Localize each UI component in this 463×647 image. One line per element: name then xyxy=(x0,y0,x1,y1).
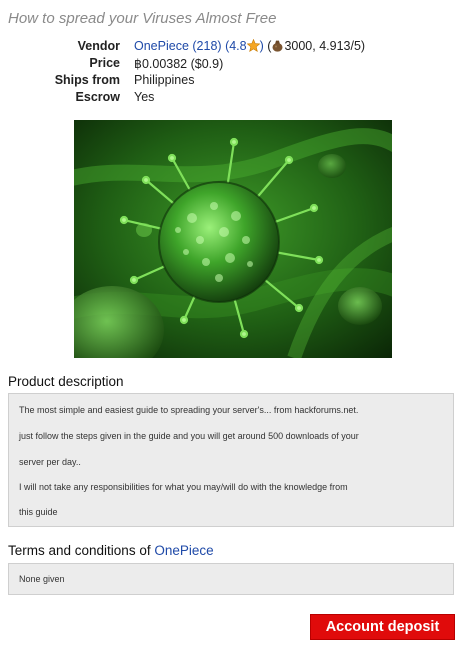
description-line: this guide xyxy=(19,507,58,517)
terms-heading-prefix: Terms and conditions of xyxy=(8,543,151,558)
vendor-count: (218) xyxy=(192,39,222,53)
escrow-label: Escrow xyxy=(75,90,120,104)
price-label: Price xyxy=(89,56,120,70)
star-icon xyxy=(246,39,260,52)
product-image xyxy=(74,120,392,358)
listing-info: Vendor OnePiece (218) (4.8) (3000, 4.913… xyxy=(0,39,463,107)
ships-from-row: Ships from Philippines xyxy=(0,73,463,90)
listing-title: How to spread your Viruses Almost Free xyxy=(8,10,277,27)
description-line: I will not take any responsibilities for… xyxy=(19,482,348,492)
ships-from-label: Ships from xyxy=(54,73,120,87)
ships-from-value: Philippines xyxy=(134,73,195,87)
feedback-value: 3000, 4.913/5) xyxy=(284,39,366,53)
vendor-rating: (4.8 xyxy=(225,39,247,53)
product-description-heading: Product description xyxy=(8,374,124,389)
product-description-box: The most simple and easiest guide to spr… xyxy=(8,393,454,527)
price-value: ฿0.00382 ($0.9) xyxy=(134,57,224,71)
description-line: The most simple and easiest guide to spr… xyxy=(19,405,359,415)
description-line: server per day.. xyxy=(19,457,81,467)
escrow-row: Escrow Yes xyxy=(0,90,463,107)
money-bag-icon xyxy=(272,40,283,52)
vendor-name: OnePiece xyxy=(134,39,189,53)
vendor-label: Vendor xyxy=(77,39,120,53)
terms-vendor-link[interactable]: OnePiece xyxy=(154,543,213,558)
vendor-row: Vendor OnePiece (218) (4.8) (3000, 4.913… xyxy=(0,39,463,56)
escrow-value: Yes xyxy=(134,90,155,104)
terms-box: None given xyxy=(8,563,454,595)
terms-text: None given xyxy=(19,574,65,584)
vendor-value: OnePiece (218) (4.8) (3000, 4.913/5) xyxy=(134,39,365,53)
account-deposit-button[interactable]: Account deposit xyxy=(310,614,455,640)
vendor-link[interactable]: OnePiece (218) (4.8 xyxy=(134,39,247,53)
vendor-rating-close: ) xyxy=(259,39,264,53)
price-row: Price ฿0.00382 ($0.9) xyxy=(0,56,463,73)
description-line: just follow the steps given in the guide… xyxy=(19,431,359,441)
terms-heading: Terms and conditions of OnePiece xyxy=(8,543,214,558)
